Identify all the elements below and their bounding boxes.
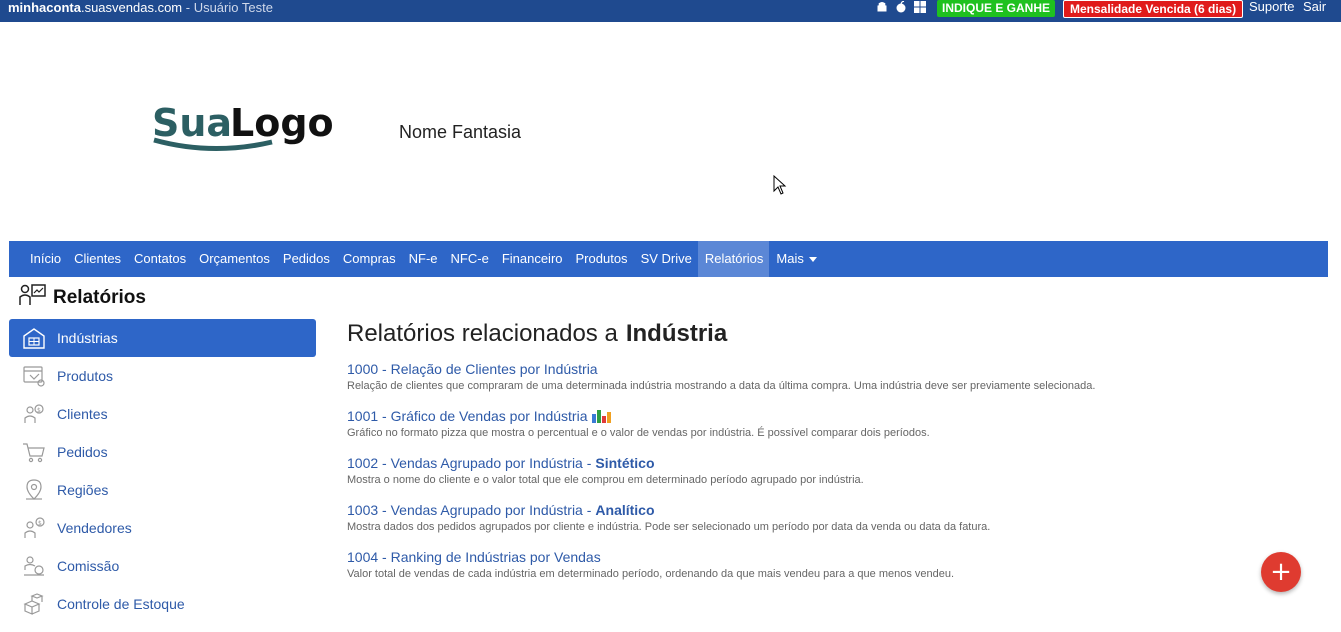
domain-rest: .suasvendas.com xyxy=(80,0,183,15)
report-item: 1001 - Gráfico de Vendas por Indústria G… xyxy=(347,407,1307,442)
windows-icon[interactable] xyxy=(914,1,926,13)
nav-orcamentos[interactable]: Orçamentos xyxy=(192,241,276,277)
logo-text-logo: Logo xyxy=(230,101,332,145)
sidebar-item-vendedores[interactable]: $ Vendedores xyxy=(9,509,316,547)
plus-icon: + xyxy=(1270,557,1292,587)
nav-nfce[interactable]: NFC-e xyxy=(444,241,495,277)
nav-clientes[interactable]: Clientes xyxy=(67,241,127,277)
sidebar-item-industrias[interactable]: Indústrias xyxy=(9,319,316,357)
nome-fantasia: Nome Fantasia xyxy=(399,122,522,142)
domain-bold: minhaconta xyxy=(8,0,81,15)
sidebar-item-label: Regiões xyxy=(57,482,109,498)
svg-text:$: $ xyxy=(38,520,42,527)
product-icon xyxy=(21,363,47,389)
page-title: Relatórios xyxy=(19,283,146,312)
factory-icon xyxy=(21,325,47,351)
report-item: 1003 - Vendas Agrupado por Indústria - An… xyxy=(347,501,1307,536)
logo-text-sua: Sua xyxy=(152,101,232,145)
report-title: 1001 - Gráfico de Vendas por Indústria xyxy=(347,408,588,424)
report-description: Mostra dados dos pedidos agrupados por c… xyxy=(347,521,991,533)
sair-link[interactable]: Sair xyxy=(1303,0,1326,14)
nav-nfe[interactable]: NF-e xyxy=(402,241,444,277)
nav-produtos[interactable]: Produtos xyxy=(569,241,634,277)
apple-icon[interactable] xyxy=(895,0,907,13)
report-link-1002[interactable]: 1002 - Vendas Agrupado por Indústria - Si… xyxy=(347,454,1307,472)
sidebar-item-pedidos[interactable]: Pedidos xyxy=(9,433,316,471)
chevron-down-icon xyxy=(808,257,817,263)
add-fab-button[interactable]: + xyxy=(1261,552,1301,592)
sidebar-item-produtos[interactable]: Produtos xyxy=(9,357,316,395)
main-nav: Início Clientes Contatos Orçamentos Pedi… xyxy=(9,241,1328,277)
nav-sv-drive[interactable]: SV Drive xyxy=(634,241,698,277)
sidebar-item-label: Controle de Estoque xyxy=(57,596,185,612)
nav-mais-label: Mais xyxy=(776,251,804,266)
reports-icon xyxy=(19,283,47,312)
sidebar-item-regioes[interactable]: Regiões xyxy=(9,471,316,509)
nav-mais-dropdown[interactable]: Mais xyxy=(769,241,822,277)
stock-icon xyxy=(21,591,47,617)
top-bar: minhaconta.suasvendas.com - Usuário Test… xyxy=(0,0,1341,22)
nav-inicio[interactable]: Início xyxy=(23,241,67,277)
account-domain: minhaconta.suasvendas.com - Usuário Test… xyxy=(8,0,273,15)
report-title: 1002 - Vendas Agrupado por Indústria - xyxy=(347,455,592,471)
sidebar-item-label: Indústrias xyxy=(57,330,118,346)
svg-text:$: $ xyxy=(37,407,41,414)
nav-financeiro[interactable]: Financeiro xyxy=(495,241,569,277)
report-description: Gráfico no formato pizza que mostra o pe… xyxy=(347,427,930,439)
nav-relatorios[interactable]: Relatórios xyxy=(697,241,770,277)
sidebar-item-label: Comissão xyxy=(57,558,120,574)
sidebar-item-clientes[interactable]: $ Clientes xyxy=(9,395,316,433)
report-item: 1000 - Relação de Clientes por Indústria… xyxy=(347,360,1307,395)
commission-icon xyxy=(21,553,47,579)
nav-contatos[interactable]: Contatos xyxy=(127,241,192,277)
heading-prefix: Relatórios relacionados a xyxy=(347,320,618,347)
reports-content: Relatórios relacionados a Indústria 1000 … xyxy=(347,318,1307,583)
sellers-icon: $ xyxy=(21,515,47,541)
report-title: 1004 - Ranking de Indústrias por Vendas xyxy=(347,549,601,565)
user-label: - Usuário Teste xyxy=(182,0,273,15)
report-link-1001[interactable]: 1001 - Gráfico de Vendas por Indústria xyxy=(347,407,1307,425)
report-description: Relação de clientes que compraram de uma… xyxy=(347,380,1096,392)
suporte-link[interactable]: Suporte xyxy=(1249,0,1295,14)
mensalidade-vencida-button[interactable]: Mensalidade Vencida (6 dias) xyxy=(1063,0,1244,18)
heading-entity: Indústria xyxy=(625,320,728,347)
report-title-suffix: Sintético xyxy=(595,455,655,471)
report-item: 1004 - Ranking de Indústrias por Vendas … xyxy=(347,548,1307,583)
android-icon[interactable] xyxy=(876,1,888,13)
nav-compras[interactable]: Compras xyxy=(336,241,402,277)
map-pin-icon xyxy=(21,477,47,503)
sidebar-item-label: Pedidos xyxy=(57,444,108,460)
report-item: 1002 - Vendas Agrupado por Indústria - Si… xyxy=(347,454,1307,489)
report-title: 1003 - Vendas Agrupado por Indústria - xyxy=(347,502,592,518)
report-description: Mostra o nome do cliente e o valor total… xyxy=(347,474,864,486)
sidebar-item-controle-estoque[interactable]: Controle de Estoque xyxy=(9,585,316,623)
section-heading: Relatórios relacionados a Indústria xyxy=(347,318,1307,350)
company-logo[interactable]: Sua Logo xyxy=(152,100,334,154)
reports-sidebar: Indústrias Produtos $ Clientes Pedidos R… xyxy=(9,319,316,623)
sidebar-item-comissao[interactable]: Comissão xyxy=(9,547,316,585)
sidebar-item-label: Vendedores xyxy=(57,520,132,536)
cart-icon xyxy=(21,439,47,465)
report-link-1003[interactable]: 1003 - Vendas Agrupado por Indústria - An… xyxy=(347,501,1307,519)
page-title-text: Relatórios xyxy=(53,286,146,308)
report-link-1000[interactable]: 1000 - Relação de Clientes por Indústria xyxy=(347,360,1307,378)
os-icons xyxy=(876,0,926,13)
report-title: 1000 - Relação de Clientes por Indústria xyxy=(347,361,598,377)
nav-pedidos[interactable]: Pedidos xyxy=(276,241,336,277)
indique-e-ganhe-button[interactable]: INDIQUE E GANHE xyxy=(937,0,1056,17)
mouse-cursor-icon xyxy=(773,174,787,200)
sidebar-item-label: Clientes xyxy=(57,406,108,422)
clients-icon: $ xyxy=(21,401,47,427)
report-title-suffix: Analítico xyxy=(595,502,655,518)
report-link-1004[interactable]: 1004 - Ranking de Indústrias por Vendas xyxy=(347,548,1307,566)
report-description: Valor total de vendas de cada indústria … xyxy=(347,568,955,580)
sidebar-item-label: Produtos xyxy=(57,368,114,384)
bar-chart-icon xyxy=(592,409,612,423)
